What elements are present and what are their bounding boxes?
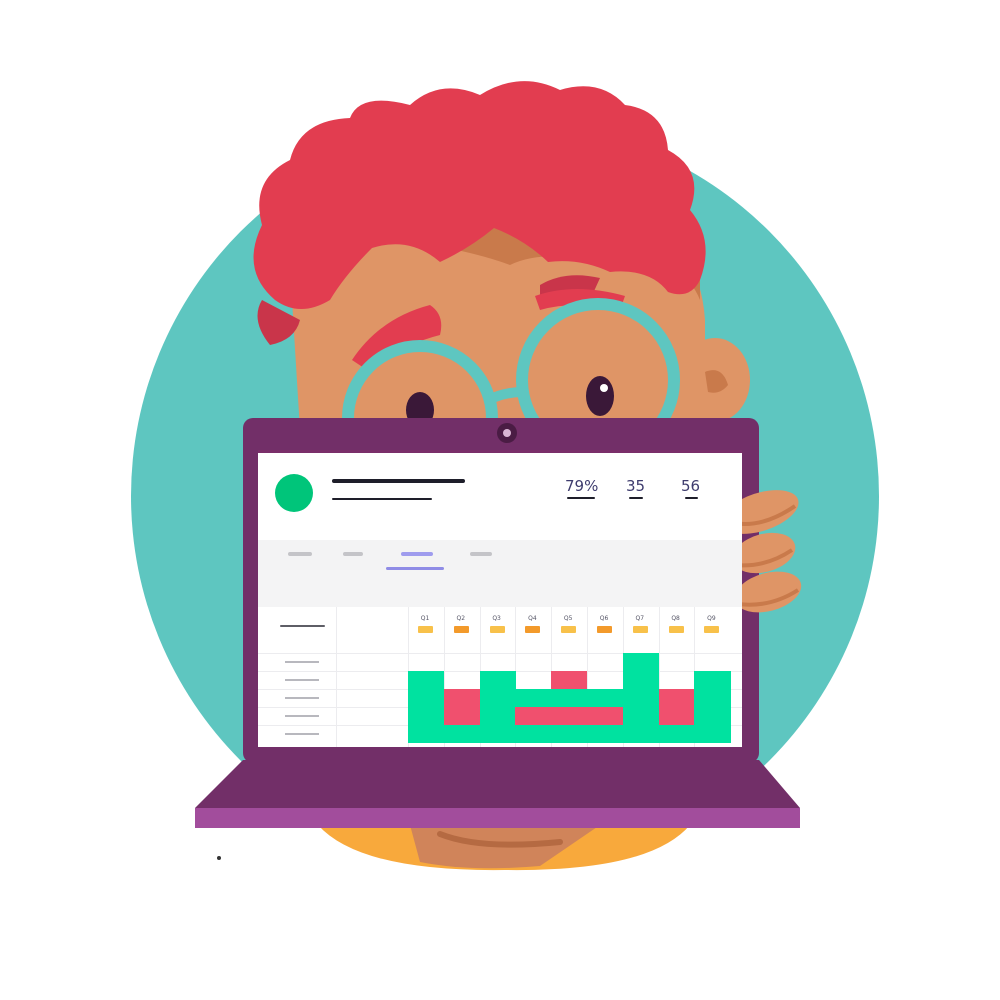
- right-eye: [586, 376, 614, 416]
- student-row-label[interactable]: [285, 679, 319, 681]
- answer-cell-correct[interactable]: [515, 725, 552, 743]
- answer-cell-correct[interactable]: [551, 725, 588, 743]
- question-difficulty-chip: [561, 626, 577, 633]
- results-grid: Q1 Q2 Q3 Q4 Q5 Q6 Q7 Q8 Q9: [258, 607, 742, 747]
- stat-score-underline: [567, 497, 595, 499]
- answer-cell-wrong[interactable]: [658, 707, 695, 725]
- answer-cell-wrong[interactable]: [587, 707, 624, 725]
- person-body: [318, 825, 690, 871]
- answer-cell-correct[interactable]: [551, 689, 588, 707]
- stat-count-a: 35: [626, 477, 646, 495]
- student-row-label[interactable]: [285, 661, 319, 663]
- answer-cell-correct[interactable]: [622, 671, 660, 689]
- question-header-q4[interactable]: Q4: [515, 615, 549, 622]
- question-header-q7[interactable]: Q7: [623, 615, 657, 622]
- question-header-q3[interactable]: Q3: [480, 615, 514, 622]
- profile-header: 79% 35 56: [258, 450, 742, 543]
- stat-score: 79%: [565, 477, 599, 495]
- question-header-q2[interactable]: Q2: [444, 615, 478, 622]
- answer-cell-correct[interactable]: [622, 653, 660, 671]
- answer-cell-correct[interactable]: [479, 707, 516, 725]
- answer-cell-correct[interactable]: [622, 707, 660, 725]
- laptop-screen: 79% 35 56 Q1 Q2 Q3 Q4 Q5 Q6 Q7 Q8 Q9: [258, 450, 742, 747]
- student-name-placeholder: [332, 479, 465, 483]
- tab-4[interactable]: [470, 552, 492, 556]
- answer-cell-wrong[interactable]: [551, 707, 588, 725]
- question-difficulty-chip: [668, 626, 684, 633]
- answer-cell-correct[interactable]: [658, 725, 695, 743]
- answer-cell-correct[interactable]: [622, 689, 660, 707]
- question-difficulty-chip: [525, 626, 541, 633]
- answer-cell-wrong[interactable]: [658, 689, 695, 707]
- answer-cell-wrong[interactable]: [443, 689, 481, 707]
- answer-cell-wrong[interactable]: [443, 707, 481, 725]
- question-header-q9[interactable]: Q9: [694, 615, 728, 622]
- tab-1[interactable]: [288, 552, 312, 556]
- answer-cell-correct[interactable]: [408, 707, 445, 725]
- question-difficulty-chip: [418, 626, 433, 633]
- student-row-label[interactable]: [285, 697, 319, 699]
- laptop-base-top: [195, 760, 800, 808]
- stat-count-a-underline: [629, 497, 643, 499]
- question-difficulty-chip: [453, 626, 469, 633]
- answer-cell-correct[interactable]: [479, 671, 516, 689]
- answer-cell-correct[interactable]: [694, 671, 731, 689]
- student-subtitle-placeholder: [332, 498, 432, 500]
- question-difficulty-chip: [704, 626, 720, 633]
- avatar[interactable]: [275, 474, 313, 512]
- answer-cell-correct[interactable]: [694, 725, 731, 743]
- question-difficulty-chip: [489, 626, 505, 633]
- answer-cell-correct[interactable]: [622, 725, 660, 743]
- answer-cell-correct[interactable]: [408, 689, 445, 707]
- grid-column-divider: [336, 607, 337, 747]
- tab-bar: [258, 540, 742, 570]
- answer-cell-correct[interactable]: [479, 725, 516, 743]
- tab-2[interactable]: [343, 552, 363, 556]
- stat-count-b: 56: [681, 477, 701, 495]
- answer-cell-correct[interactable]: [443, 725, 481, 743]
- grid-header-label: [280, 625, 325, 627]
- answer-cell-correct[interactable]: [587, 725, 624, 743]
- question-difficulty-chip: [597, 626, 612, 633]
- answer-cell-correct[interactable]: [515, 689, 552, 707]
- student-row-label[interactable]: [285, 715, 319, 717]
- answer-cell-wrong[interactable]: [515, 707, 552, 725]
- answer-cell-correct[interactable]: [694, 689, 731, 707]
- tab-3[interactable]: [401, 552, 433, 556]
- stat-count-b-underline: [685, 497, 698, 499]
- toolbar-band: [258, 570, 742, 607]
- question-header-q8[interactable]: Q8: [659, 615, 693, 622]
- answer-cell-wrong[interactable]: [551, 671, 588, 689]
- answer-cell-correct[interactable]: [479, 689, 516, 707]
- answer-cell-correct[interactable]: [694, 707, 731, 725]
- answer-cell-correct[interactable]: [587, 689, 624, 707]
- grid-row-divider: [258, 653, 742, 654]
- student-row-label[interactable]: [285, 733, 319, 735]
- question-difficulty-chip: [632, 626, 648, 633]
- question-header-q1[interactable]: Q1: [408, 615, 442, 622]
- laptop-base-edge: [195, 808, 800, 828]
- answer-cell-correct[interactable]: [408, 725, 445, 743]
- question-header-q5[interactable]: Q5: [551, 615, 585, 622]
- question-header-q6[interactable]: Q6: [587, 615, 621, 622]
- answer-cell-correct[interactable]: [408, 671, 445, 689]
- decorative-dot: [217, 856, 221, 860]
